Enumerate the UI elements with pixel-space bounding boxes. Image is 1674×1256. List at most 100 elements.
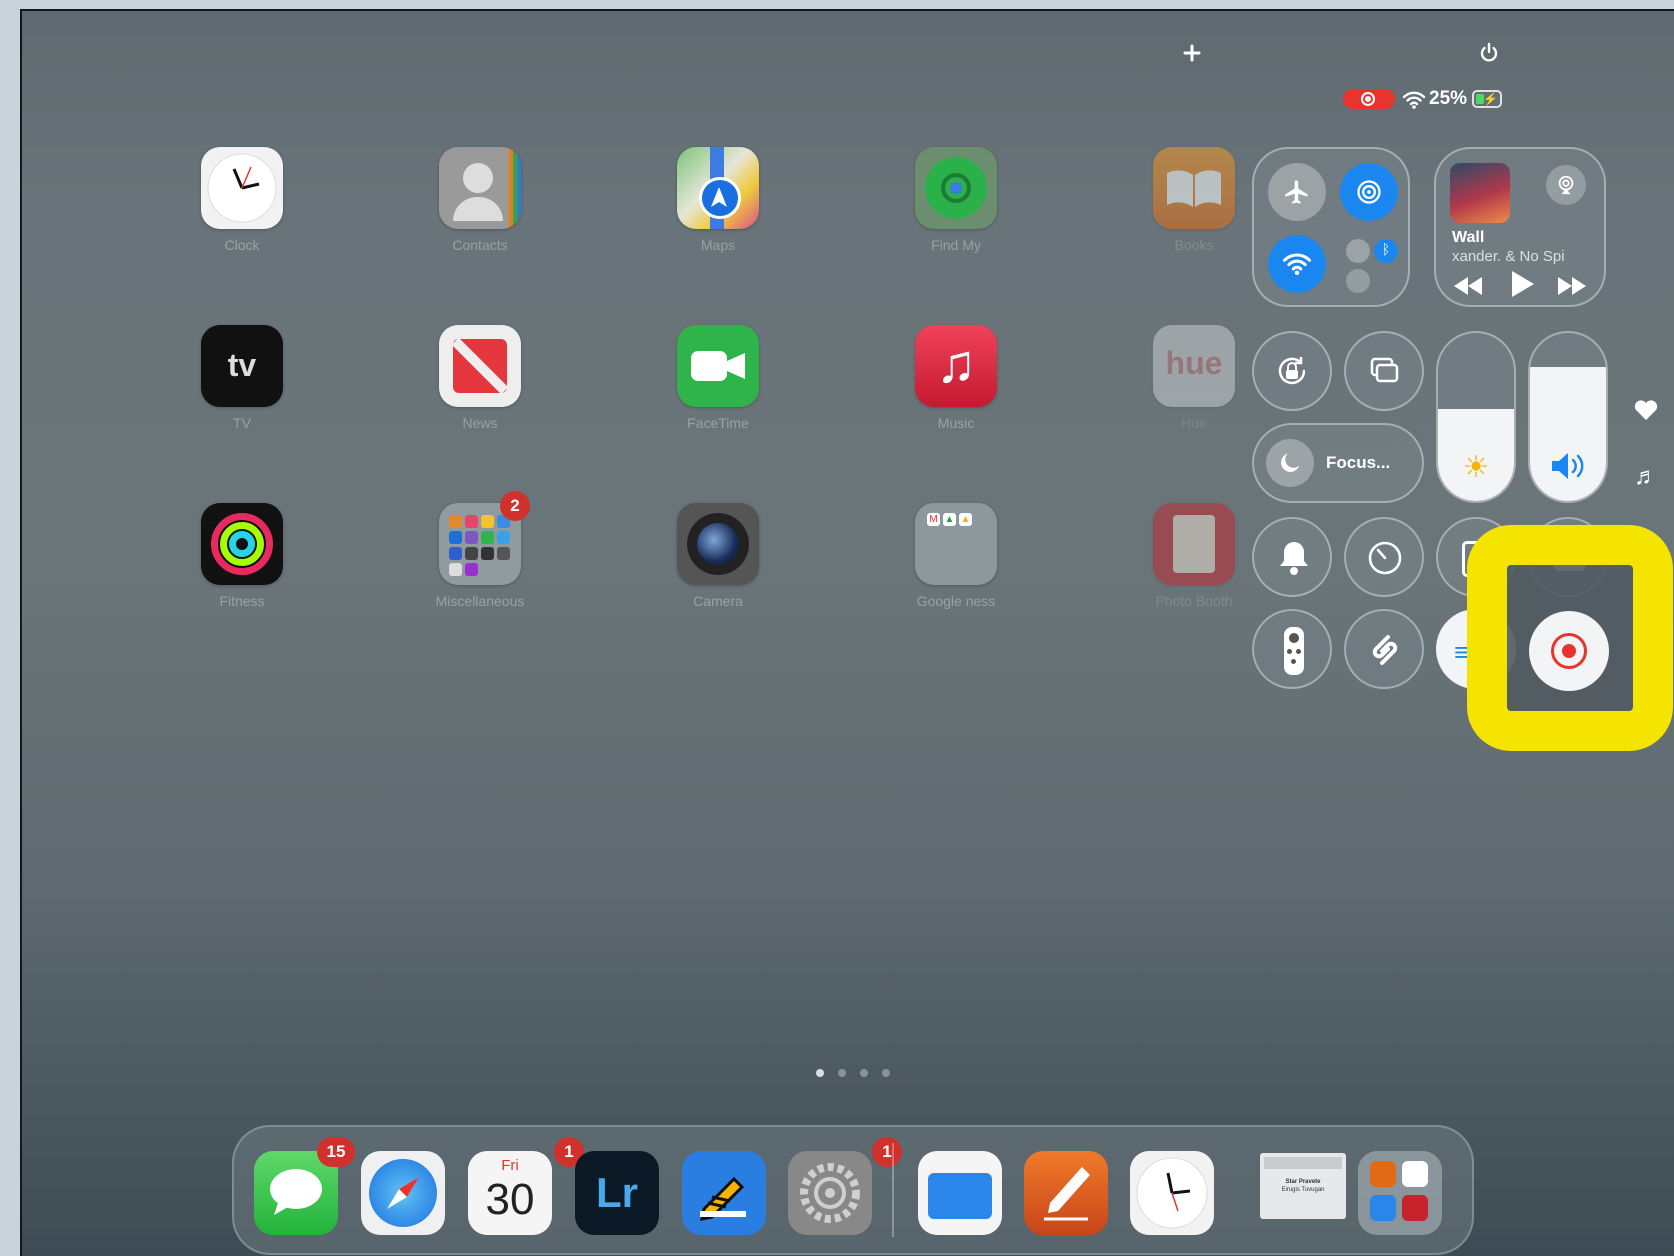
dock-clock[interactable]: [1130, 1151, 1214, 1235]
heart-icon[interactable]: [1634, 399, 1658, 421]
app-clock[interactable]: Clock: [200, 147, 284, 253]
app-label: Music: [937, 415, 975, 431]
app-tv[interactable]: tv TV: [200, 325, 284, 431]
app-label: Fitness: [219, 593, 265, 609]
page-dot[interactable]: [882, 1069, 890, 1077]
app-fitness[interactable]: Fitness: [200, 503, 284, 609]
app-contacts[interactable]: Contacts: [438, 147, 522, 253]
facetime-icon: [677, 325, 759, 407]
cellular-toggle[interactable]: [1346, 239, 1370, 263]
photo-booth-icon: [1153, 503, 1235, 585]
dock-app-library[interactable]: [1358, 1151, 1442, 1235]
orientation-lock-button[interactable]: [1252, 331, 1332, 411]
shazam-icon: [1372, 635, 1398, 665]
rotation-lock-icon: [1278, 357, 1306, 385]
timer-button[interactable]: [1344, 517, 1424, 597]
battery-icon: ⚡: [1472, 90, 1502, 108]
bluetooth-toggle[interactable]: ᛒ: [1374, 239, 1398, 263]
notification-badge: 2: [500, 491, 530, 521]
fitness-icon: [201, 503, 283, 585]
dock-lightroom[interactable]: Lr: [575, 1151, 659, 1235]
timer-icon: [1368, 541, 1402, 575]
battery-percent: 25%: [1429, 88, 1468, 109]
screen-mirroring-icon: [1370, 357, 1399, 383]
dock-document-preview[interactable]: Star Pravete Eirugis Tuvugan: [1260, 1153, 1346, 1219]
dock-divider: [892, 1143, 894, 1237]
clock-icon: [1136, 1157, 1208, 1229]
app-label: News: [462, 415, 498, 431]
power-icon[interactable]: [1477, 41, 1501, 65]
dock-files[interactable]: [918, 1151, 1002, 1235]
app-label: Find My: [931, 237, 981, 253]
airplane-mode-toggle[interactable]: [1268, 163, 1326, 221]
rewind-icon: [1454, 277, 1482, 295]
app-label: Google ness: [916, 593, 996, 609]
apple-tv-remote-button[interactable]: [1252, 609, 1332, 689]
brightness-slider[interactable]: ☀: [1436, 331, 1516, 503]
dock-pages[interactable]: [1024, 1151, 1108, 1235]
page-dot[interactable]: [860, 1069, 868, 1077]
wifi-toggle[interactable]: [1268, 235, 1326, 293]
doc-line-1: Star Pravete: [1285, 1179, 1321, 1185]
notification-badge: 15: [317, 1137, 355, 1167]
record-icon: [1551, 633, 1587, 669]
app-facetime[interactable]: FaceTime: [676, 325, 760, 431]
music-icon: ♫: [915, 325, 997, 407]
rewind-button[interactable]: [1452, 275, 1484, 297]
music-note-icon[interactable]: ♬: [1634, 463, 1658, 491]
maps-icon: [677, 147, 759, 229]
airdrop-toggle[interactable]: [1340, 163, 1398, 221]
app-label: Contacts: [452, 237, 508, 253]
airdrop-icon: [1357, 180, 1381, 204]
doc-line-2: Eirugis Tuvugan: [1281, 1187, 1325, 1193]
focus-button[interactable]: Focus...: [1252, 423, 1424, 503]
folder-icon: M ▲ ▲: [915, 503, 997, 585]
shazam-button[interactable]: [1344, 609, 1424, 689]
app-books[interactable]: Books: [1152, 147, 1236, 253]
app-label: Clock: [224, 237, 260, 253]
play-icon: [1512, 271, 1534, 297]
dock-notes-app[interactable]: [682, 1151, 766, 1235]
play-button[interactable]: [1510, 269, 1536, 299]
screen-record-button[interactable]: [1529, 611, 1609, 691]
page-dot[interactable]: [838, 1069, 846, 1077]
bell-icon: [1280, 542, 1308, 575]
tv-icon: tv: [201, 325, 283, 407]
app-photo-booth[interactable]: Photo Booth: [1152, 503, 1236, 609]
app-music[interactable]: ♫ Music: [914, 325, 998, 431]
app-label: Hue: [1181, 415, 1207, 431]
app-maps[interactable]: Maps: [676, 147, 760, 253]
app-camera[interactable]: Camera: [676, 503, 760, 609]
airplay-button[interactable]: [1546, 165, 1586, 205]
plus-icon[interactable]: [1180, 41, 1204, 65]
screen-mirroring-button[interactable]: [1344, 331, 1424, 411]
silent-mode-button[interactable]: [1252, 517, 1332, 597]
sun-icon: ☀: [1462, 451, 1490, 484]
find-my-icon: [915, 147, 997, 229]
clock-icon: [201, 147, 283, 229]
volume-slider[interactable]: [1528, 331, 1608, 503]
focus-label: Focus...: [1326, 453, 1391, 472]
dock-calendar[interactable]: Fri 30: [468, 1151, 552, 1235]
app-hue[interactable]: hue Hue: [1152, 325, 1236, 431]
page-dot-active[interactable]: [816, 1069, 824, 1077]
notification-badge: 1: [872, 1137, 902, 1167]
album-art: [1450, 163, 1510, 223]
app-folder-miscellaneous[interactable]: 2 Miscellaneous: [436, 491, 530, 609]
fast-forward-button[interactable]: [1556, 275, 1588, 297]
hotspot-toggle[interactable]: [1346, 269, 1370, 293]
settings-gear-icon: [800, 1163, 860, 1223]
pages-pen-icon: [1044, 1167, 1090, 1221]
safari-icon: [369, 1159, 437, 1227]
calendar-date: 30: [485, 1175, 535, 1224]
track-title: Wall: [1452, 229, 1485, 246]
dock-settings[interactable]: [788, 1151, 872, 1235]
app-label: Camera: [693, 593, 743, 609]
dock-safari[interactable]: [361, 1151, 445, 1235]
app-find-my[interactable]: Find My: [914, 147, 998, 253]
app-news[interactable]: News: [438, 325, 522, 431]
connectivity-module: ᛒ: [1252, 147, 1410, 307]
airplay-icon: [1558, 175, 1574, 195]
app-folder-google[interactable]: M ▲ ▲ Google ness: [914, 503, 998, 609]
contacts-icon: [439, 147, 521, 229]
